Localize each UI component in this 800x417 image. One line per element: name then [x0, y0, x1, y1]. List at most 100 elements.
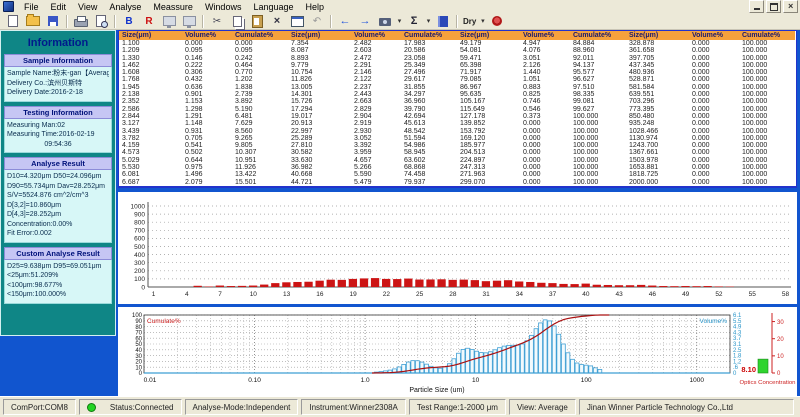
delete-icon-button[interactable]: ×: [267, 13, 287, 30]
undo-icon-button[interactable]: ↶: [307, 13, 327, 30]
back-icon-button[interactable]: ←: [335, 13, 355, 30]
back-icon: ←: [340, 16, 351, 26]
screen-icon-1-button[interactable]: [159, 13, 179, 30]
info-line: D10=4.320μm D50=24.096μm: [7, 172, 109, 182]
toolbar-separator: [66, 15, 68, 28]
window-close-button[interactable]: ×: [783, 0, 798, 13]
calibrate-icon-button[interactable]: [487, 13, 507, 30]
table-cell: 0.000: [520, 135, 570, 142]
table-cell: 100.000: [739, 40, 795, 47]
section-body: D25=9.638μm D95=69.051μm<25μm:51.209%<10…: [4, 260, 112, 304]
table-cell: 3.051: [520, 55, 570, 62]
menu-language[interactable]: Language: [247, 2, 299, 12]
menu-analyse[interactable]: Analyse: [103, 2, 147, 12]
status-segment-3: Instrument:Winner2308A: [301, 399, 406, 415]
svg-text:300: 300: [134, 260, 145, 267]
table-cell: 4.076: [520, 47, 570, 54]
table-cell: 1367.661: [626, 149, 689, 156]
table-cell: 397.705: [626, 55, 689, 62]
table-cell: 2.352: [119, 98, 182, 105]
table-header-cell: Volume%: [351, 31, 401, 40]
table-cell: 1.440: [520, 69, 570, 76]
svg-text:Optics Concentration: Optics Concentration: [740, 380, 796, 386]
table-cell: 100.000: [739, 164, 795, 171]
table-cell: 1.148: [182, 120, 232, 127]
window-restore-button[interactable]: [766, 0, 781, 13]
table-cell: 3.959: [351, 149, 401, 156]
table-cell: 30.582: [288, 149, 351, 156]
svg-text:52: 52: [715, 291, 723, 298]
table-cell: 0.770: [232, 69, 288, 76]
table-cell: 11.826: [288, 76, 351, 83]
print-icon-button[interactable]: [71, 13, 91, 30]
table-cell: 100.000: [739, 157, 795, 164]
table-cell: 100.000: [739, 84, 795, 91]
svg-text:0: 0: [777, 371, 781, 377]
open-icon-button[interactable]: [23, 13, 43, 30]
svg-text:43: 43: [616, 291, 624, 298]
svg-text:1000: 1000: [131, 203, 146, 210]
menu-meassure[interactable]: Meassure: [147, 2, 199, 12]
table-cell: 2.663: [351, 98, 401, 105]
restore-icon: [770, 3, 778, 11]
toolbar-separator: [456, 15, 458, 28]
menu-view[interactable]: View: [72, 2, 103, 12]
table-cell: 100.000: [570, 135, 626, 142]
table-cell: 1818.725: [626, 171, 689, 178]
table-cell: 17.983: [401, 40, 457, 47]
table-cell: 100.000: [739, 47, 795, 54]
table-cell: 2.829: [351, 106, 401, 113]
forward-icon-button[interactable]: →: [355, 13, 375, 30]
menu-help[interactable]: Help: [300, 2, 331, 12]
dropdown-caret-icon[interactable]: ▾: [424, 17, 433, 25]
print-preview-icon-button[interactable]: [91, 13, 111, 30]
svg-text:0: 0: [139, 371, 143, 377]
sidebar-section-1: Testing InformationMeasuring Man:02Measu…: [4, 106, 112, 154]
exit-icon: [438, 16, 448, 27]
svg-text:22: 22: [383, 291, 391, 298]
save-icon-button[interactable]: [43, 13, 63, 30]
table-header-cell: Volume%: [520, 31, 570, 40]
dropdown-caret-icon[interactable]: ▾: [478, 17, 487, 25]
table-cell: 94.137: [570, 62, 626, 69]
table-cell: 22.997: [288, 128, 351, 135]
section-header: Analyse Result: [4, 157, 112, 170]
info-line: Delivery Date:2016-2-18: [7, 88, 109, 98]
table-cell: 100.000: [739, 179, 795, 186]
status-text: Analyse-Mode:Independent: [193, 403, 291, 412]
bold-icon-button[interactable]: B: [119, 13, 139, 30]
table-cell: 51.594: [401, 135, 457, 142]
optics-concentration-gauge: 01020308.10Optics Concentration: [738, 307, 797, 396]
cut-icon-button[interactable]: ✂: [207, 13, 227, 30]
camera-icon-button[interactable]: [375, 13, 395, 30]
svg-text:30: 30: [135, 354, 142, 360]
svg-text:40: 40: [135, 348, 142, 354]
dry-mode-dropdown[interactable]: Dry: [461, 17, 478, 26]
properties-icon-button[interactable]: [287, 13, 307, 30]
sum-icon-button[interactable]: Σ: [404, 13, 424, 30]
table-cell: 54.081: [457, 47, 520, 54]
copy-icon-button[interactable]: [227, 13, 247, 30]
new-icon-button[interactable]: [3, 13, 23, 30]
dropdown-caret-icon[interactable]: ▾: [395, 17, 404, 25]
menu-windows[interactable]: Windows: [199, 2, 248, 12]
new-icon: [8, 15, 18, 27]
table-cell: 2.138: [119, 91, 182, 98]
window-minimize-button[interactable]: [749, 0, 764, 13]
table-cell: 9.265: [232, 135, 288, 142]
menu-edit[interactable]: Edit: [45, 2, 73, 12]
paste-icon-button[interactable]: [247, 13, 267, 30]
table-cell: 0.546: [520, 106, 570, 113]
table-cell: 0.000: [689, 98, 739, 105]
exit-icon-button[interactable]: [433, 13, 453, 30]
svg-text:25: 25: [416, 291, 424, 298]
table-cell: 0.000: [689, 128, 739, 135]
table-cell: 48.542: [401, 128, 457, 135]
screen-icon-2-button[interactable]: [179, 13, 199, 30]
report-icon-button[interactable]: R: [139, 13, 159, 30]
table-header-cell: Size(μm): [626, 31, 689, 40]
menu-file[interactable]: File: [18, 2, 45, 12]
info-line: Fit Error:0.002: [7, 229, 109, 239]
table-cell: 0.000: [689, 171, 739, 178]
table-cell: 34.297: [401, 91, 457, 98]
